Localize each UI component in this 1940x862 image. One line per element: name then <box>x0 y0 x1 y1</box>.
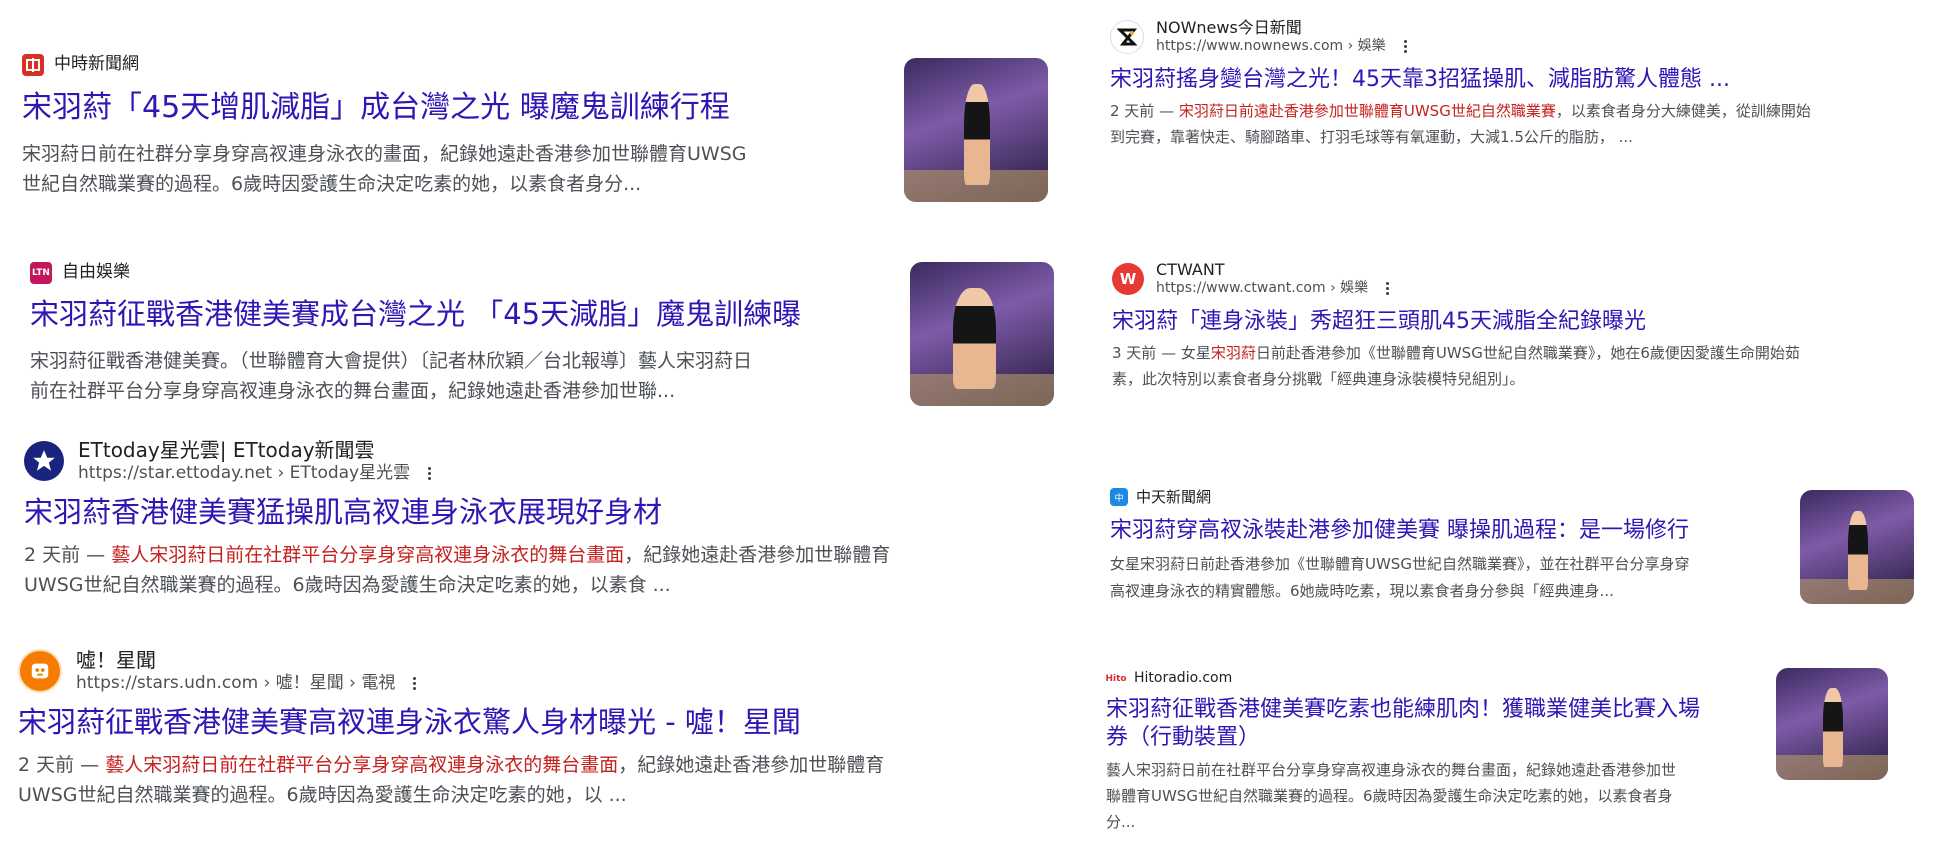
result-url: https://stars.udn.com › 噓！星聞 › 電視 <box>76 673 420 694</box>
url-text: https://www.nownews.com › 娛樂 <box>1156 38 1386 54</box>
result-title-link[interactable]: 宋羽葤征戰香港健美賽吃素也能練肌肉！獲職業健美比賽入場 券（行動裝置） <box>1106 696 1776 753</box>
result-snippet: 宋羽葤日前在社群分享身穿高衩連身泳衣的畫面，紀錄她遠赴香港參加世聯體育UWSG … <box>22 139 902 200</box>
snippet-line: UWSG世紀自然職業賽的過程。6歲時因為愛護生命決定吃素的她，以素食 ... <box>24 574 671 597</box>
snippet-highlight: 藝人宋羽葤日前在社群平台分享身穿高衩連身泳衣的舞台畫面 <box>105 753 619 776</box>
result-url: https://star.ettoday.net › ETtoday星光雲 <box>78 463 435 484</box>
snippet-highlight: 宋羽葤 <box>1210 344 1256 363</box>
result-date: 2 天前 — <box>24 543 112 566</box>
url-text: https://stars.udn.com › 噓！星聞 › 電視 <box>76 673 396 693</box>
snippet-line: 前在社群平台分享身穿高衩連身泳衣的舞台畫面，紀錄她遠赴香港參加世聯... <box>30 380 676 403</box>
result-url: https://www.nownews.com › 娛樂 <box>1156 38 1411 56</box>
result-title-link[interactable]: 宋羽葤香港健美賽猛操肌高衩連身泳衣展現好身材 <box>24 494 1034 532</box>
result-source: 噓！星聞 https://stars.udn.com › 噓！星聞 › 電視 <box>18 648 1028 694</box>
result-date: 3 天前 — 女星 <box>1112 344 1211 363</box>
snippet-line: 宋羽葤日前在社群分享身穿高衩連身泳衣的畫面，紀錄她遠赴香港參加世聯體育UWSG <box>22 143 747 165</box>
snippet-line: 宋羽葤征戰香港健美賽。（世聯體育大會提供）〔記者林欣穎／台北報導〕藝人宋羽葤日 <box>30 349 753 372</box>
result-snippet: 女星宋羽葤日前赴香港參加《世聯體育UWSG世紀自然職業賽》，並在社群平台分享身穿… <box>1110 551 1790 604</box>
source-name: CTWANT <box>1156 260 1225 279</box>
snippet-highlight: 宋羽葤日前遠赴香港參加世聯體育UWSG世紀自然職業賽 <box>1178 102 1556 121</box>
result-source: W CTWANT https://www.ctwant.com › 娛樂 <box>1112 260 1932 298</box>
hitoradio-logo-icon: Hito <box>1106 671 1126 686</box>
result-title-link[interactable]: 宋羽葤征戰香港健美賽成台灣之光 「45天減脂」魔鬼訓練曝 <box>30 296 900 334</box>
result-snippet: 2 天前 — 藝人宋羽葤日前在社群平台分享身穿高衩連身泳衣的舞台畫面，紀錄她遠赴… <box>18 750 1028 811</box>
result-source: NOWnews今日新聞 https://www.nownews.com › 娛樂 <box>1110 18 1930 56</box>
snippet-line: 藝人宋羽葤日前在社群平台分享身穿高衩連身泳衣的舞台畫面，紀錄她遠赴香港參加世 <box>1106 760 1677 779</box>
result-snippet: 2 天前 — 宋羽葤日前遠赴香港參加世聯體育UWSG世紀自然職業賽，以素食者身分… <box>1110 98 1930 151</box>
snippet-line: 女星宋羽葤日前赴香港參加《世聯體育UWSG世紀自然職業賽》，並在社群平台分享身穿 <box>1110 555 1690 574</box>
snippet-line: 聯體育UWSG世紀自然職業賽的過程。6歲時因為愛護生命決定吃素的她，以素食者身 <box>1106 786 1673 805</box>
snippet-text: ，以素食者身分大練健美，從訓練開始 <box>1555 102 1811 121</box>
source-name: NOWnews今日新聞 <box>1156 18 1302 37</box>
snippet-line: 2 天前 — 藝人宋羽葤日前在社群平台分享身穿高衩連身泳衣的舞台畫面，紀錄她遠赴… <box>24 540 1034 570</box>
result-url: https://www.ctwant.com › 娛樂 <box>1156 280 1393 298</box>
result-card: Hito Hitoradio.com 宋羽葤征戰香港健美賽吃素也能練肌肉！獲職業… <box>1106 670 1776 835</box>
snippet-text: 日前赴香港參加《世聯體育UWSG世紀自然職業賽》，她在6歲便因愛護生命開始茹 <box>1255 344 1800 363</box>
result-snippet: 宋羽葤征戰香港健美賽。（世聯體育大會提供）〔記者林欣穎／台北報導〕藝人宋羽葤日 … <box>30 346 900 407</box>
result-source: 中 中天新聞網 <box>1110 488 1790 507</box>
source-name: 中天新聞網 <box>1136 488 1212 506</box>
ettoday-star-logo-icon <box>24 441 64 482</box>
result-card: 中時新聞網 宋羽葤「45天增肌減脂」成台灣之光 曝魔鬼訓練行程 宋羽葤日前在社群… <box>22 54 902 200</box>
snippet-text: ，紀錄她遠赴香港參加世聯體育 <box>624 543 891 566</box>
result-thumbnail[interactable] <box>1776 668 1888 780</box>
result-card: ETtoday星光雲| ETtoday新聞雲 https://star.etto… <box>24 438 1034 601</box>
result-date: 2 天前 — <box>1110 102 1179 121</box>
snippet-line: 高衩連身泳衣的精實體態。6她歲時吃素，現以素食者身分參與「經典連身... <box>1110 581 1614 600</box>
source-name: ETtoday星光雲| ETtoday新聞雲 <box>78 438 375 462</box>
source-name: 自由娛樂 <box>62 262 130 283</box>
snippet-line: 素，此次特別以素食者身分挑戰「經典連身泳裝模特兒組別」。 <box>1112 370 1525 389</box>
chinatimes-logo-icon <box>22 54 44 76</box>
result-snippet: 藝人宋羽葤日前在社群平台分享身穿高衩連身泳衣的舞台畫面，紀錄她遠赴香港參加世 聯… <box>1106 757 1776 836</box>
result-title-link[interactable]: 宋羽葤征戰香港健美賽高衩連身泳衣驚人身材曝光 - 噓！星聞 <box>18 704 1028 742</box>
title-line: 宋羽葤征戰香港健美賽吃素也能練肌肉！獲職業健美比賽入場 <box>1106 696 1701 722</box>
result-snippet: 3 天前 — 女星宋羽葤日前赴香港參加《世聯體育UWSG世紀自然職業賽》，她在6… <box>1112 340 1932 393</box>
result-card: NOWnews今日新聞 https://www.nownews.com › 娛樂… <box>1110 18 1930 151</box>
snippet-line: 2 天前 — 藝人宋羽葤日前在社群平台分享身穿高衩連身泳衣的舞台畫面，紀錄她遠赴… <box>18 750 1028 780</box>
snippet-line: 到完賽，靠著快走、騎腳踏車、打羽毛球等有氧運動，大減1.5公斤的脂肪， ... <box>1110 128 1633 147</box>
result-card: 中 中天新聞網 宋羽葤穿高衩泳裝赴港參加健美賽 曝操肌過程：是一場修行 女星宋羽… <box>1110 488 1790 604</box>
snippet-line: 分... <box>1106 813 1136 832</box>
snippet-line: 3 天前 — 女星宋羽葤日前赴香港參加《世聯體育UWSG世紀自然職業賽》，她在6… <box>1112 340 1932 366</box>
result-source: Hito Hitoradio.com <box>1106 670 1776 688</box>
udn-stars-logo-icon <box>18 649 62 694</box>
more-vert-icon[interactable] <box>409 677 420 691</box>
result-source: ETtoday星光雲| ETtoday新聞雲 https://star.etto… <box>24 438 1034 484</box>
result-card: W CTWANT https://www.ctwant.com › 娛樂 宋羽葤… <box>1112 260 1932 393</box>
snippet-line: 世紀自然職業賽的過程。6歲時因愛護生命決定吃素的她，以素食者身分... <box>22 173 642 196</box>
result-thumbnail[interactable] <box>910 262 1054 406</box>
result-title-link[interactable]: 宋羽葤穿高衩泳裝赴港參加健美賽 曝操肌過程：是一場修行 <box>1110 517 1790 546</box>
result-title-link[interactable]: 宋羽葤「45天增肌減脂」成台灣之光 曝魔鬼訓練行程 <box>22 88 902 127</box>
ltn-logo-icon: LTN <box>30 262 52 284</box>
source-name: Hitoradio.com <box>1134 670 1233 686</box>
source-name: 噓！星聞 <box>76 648 156 672</box>
snippet-line: 2 天前 — 宋羽葤日前遠赴香港參加世聯體育UWSG世紀自然職業賽，以素食者身分… <box>1110 98 1930 124</box>
result-title-link[interactable]: 宋羽葤「連身泳裝」秀超狂三頭肌45天減脂全紀錄曝光 <box>1112 308 1932 337</box>
result-title-link[interactable]: 宋羽葤搖身變台灣之光！45天靠3招猛操肌、減脂肪驚人體態 ... <box>1110 66 1930 95</box>
more-vert-icon[interactable] <box>1400 40 1411 54</box>
result-source: 中時新聞網 <box>22 54 902 76</box>
snippet-text: ，紀錄她遠赴香港參加世聯體育 <box>618 753 885 776</box>
result-card: LTN 自由娛樂 宋羽葤征戰香港健美賽成台灣之光 「45天減脂」魔鬼訓練曝 宋羽… <box>30 262 900 406</box>
snippet-line: UWSG世紀自然職業賽的過程。6歲時因為愛護生命決定吃素的她，以 ... <box>18 784 627 807</box>
title-line: 券（行動裝置） <box>1106 725 1261 751</box>
url-text: https://www.ctwant.com › 娛樂 <box>1156 280 1369 296</box>
result-snippet: 2 天前 — 藝人宋羽葤日前在社群平台分享身穿高衩連身泳衣的舞台畫面，紀錄她遠赴… <box>24 540 1034 601</box>
nownews-logo-icon <box>1110 19 1144 54</box>
source-name: 中時新聞網 <box>54 54 139 75</box>
snippet-highlight: 藝人宋羽葤日前在社群平台分享身穿高衩連身泳衣的舞台畫面 <box>111 543 625 566</box>
url-text: https://star.ettoday.net › ETtoday星光雲 <box>78 463 411 483</box>
result-thumbnail[interactable] <box>904 58 1048 202</box>
ctwant-logo-icon: W <box>1112 262 1144 295</box>
result-date: 2 天前 — <box>18 753 106 776</box>
more-vert-icon[interactable] <box>424 467 435 481</box>
ctitv-logo-icon: 中 <box>1110 488 1128 507</box>
result-source: LTN 自由娛樂 <box>30 262 900 284</box>
result-card: 噓！星聞 https://stars.udn.com › 噓！星聞 › 電視 宋… <box>18 648 1028 811</box>
more-vert-icon[interactable] <box>1382 282 1393 296</box>
result-thumbnail[interactable] <box>1800 490 1914 604</box>
